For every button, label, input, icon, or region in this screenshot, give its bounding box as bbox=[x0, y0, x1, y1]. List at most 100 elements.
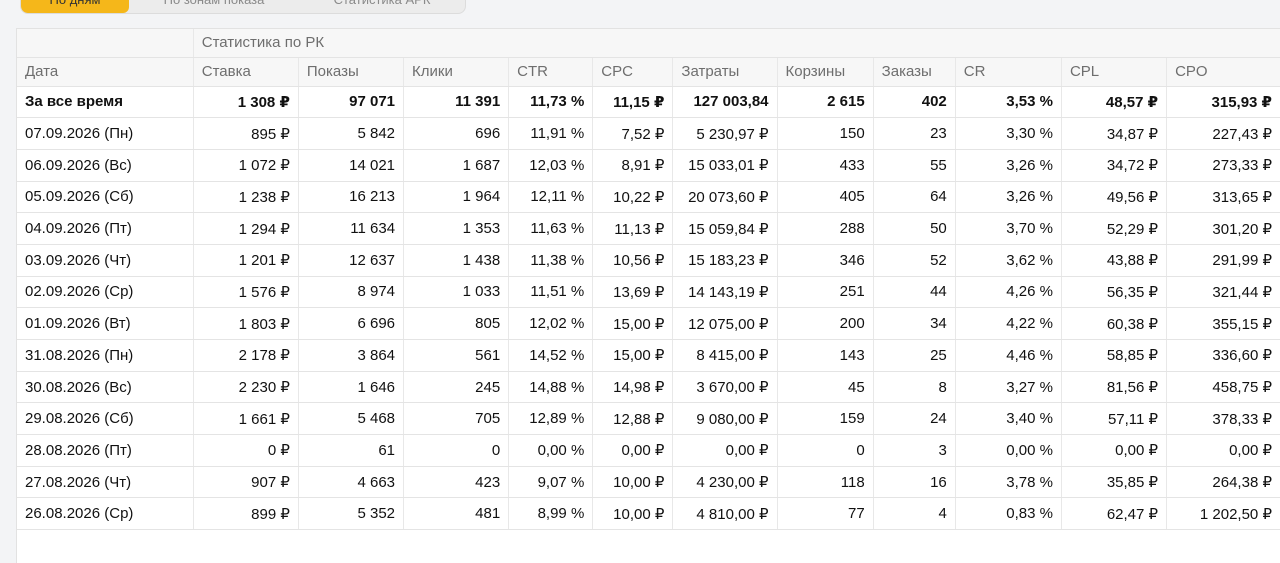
table-cell: 0,83 % bbox=[955, 497, 1062, 531]
table-cell: 49,56 ₽ bbox=[1061, 181, 1168, 214]
view-tabs: По дням По зонам показа Статистика АРК bbox=[20, 0, 466, 14]
table-row: 28.08.2026 (Пт) 0 ₽61 0 0,00 % 0,00 ₽0,00 ₽0… bbox=[17, 434, 1280, 467]
table-row: 02.09.2026 (Ср) 1 576 ₽8 974 1 033 11,51 % 1… bbox=[17, 276, 1280, 309]
table-cell: 2 230 ₽ bbox=[193, 371, 299, 404]
table-cell: 1 202,50 ₽ bbox=[1166, 497, 1280, 531]
table-cell: 5 842 bbox=[298, 117, 405, 150]
date-cell: За все время bbox=[17, 86, 194, 119]
table-cell: 4 810,00 ₽ bbox=[672, 497, 778, 531]
table-cell: 11,73 % bbox=[508, 86, 594, 119]
date-cell: 03.09.2026 (Чт) bbox=[17, 244, 194, 277]
stats-card: Статистика по РК Дата Ставка Показы Клики CT… bbox=[16, 28, 1280, 563]
table-cell: 11 391 bbox=[403, 86, 510, 119]
table-cell: 12 075,00 ₽ bbox=[672, 307, 778, 340]
table-cell: 50 bbox=[873, 212, 956, 245]
table-cell: 696 bbox=[403, 117, 510, 150]
column-header[interactable]: CPC bbox=[592, 57, 674, 87]
table-row: 07.09.2026 (Пн) 895 ₽5 842 696 11,91 % 7,52 … bbox=[17, 117, 1280, 150]
table-cell: 23 bbox=[873, 117, 956, 150]
table-cell: 3 864 bbox=[298, 339, 405, 372]
table-cell: 0,00 ₽ bbox=[1061, 434, 1168, 467]
table-cell: 55 bbox=[873, 149, 956, 182]
date-cell: 05.09.2026 (Сб) bbox=[17, 181, 194, 214]
table-cell: 12,88 ₽ bbox=[592, 402, 674, 436]
table-cell: 61 bbox=[298, 434, 405, 467]
table-cell: 1 238 ₽ bbox=[193, 181, 299, 214]
table-cell: 315,93 ₽ bbox=[1166, 86, 1280, 119]
column-header[interactable]: Корзины bbox=[777, 57, 874, 87]
table-cell: 34 bbox=[873, 307, 956, 340]
table-cell: 433 bbox=[777, 149, 874, 182]
table-cell: 143 bbox=[777, 339, 874, 372]
table-cell: 321,44 ₽ bbox=[1166, 276, 1280, 309]
column-header[interactable]: CPO bbox=[1166, 57, 1280, 87]
tab-by-placement[interactable]: По зонам показа bbox=[129, 0, 299, 13]
table-cell: 11 634 bbox=[298, 212, 405, 245]
table-cell: 907 ₽ bbox=[193, 466, 299, 499]
table-cell: 3,53 % bbox=[955, 86, 1062, 119]
table-cell: 44 bbox=[873, 276, 956, 309]
table-cell: 14,98 ₽ bbox=[592, 371, 674, 404]
table-cell: 6 696 bbox=[298, 307, 405, 340]
date-cell: 29.08.2026 (Сб) bbox=[17, 402, 194, 436]
table-cell: 48,57 ₽ bbox=[1061, 86, 1168, 119]
table-cell: 291,99 ₽ bbox=[1166, 244, 1280, 277]
date-cell: 02.09.2026 (Ср) bbox=[17, 276, 194, 309]
date-cell: 06.09.2026 (Вс) bbox=[17, 149, 194, 182]
table-cell: 423 bbox=[403, 466, 510, 499]
table-cell: 8 415,00 ₽ bbox=[672, 339, 778, 372]
column-header[interactable]: Заказы bbox=[873, 57, 956, 87]
table-cell: 264,38 ₽ bbox=[1166, 466, 1280, 499]
table-cell: 200 bbox=[777, 307, 874, 340]
column-header[interactable]: Ставка bbox=[193, 57, 299, 87]
table-cell: 405 bbox=[777, 181, 874, 214]
group-header-campaign-stats: Статистика по РК bbox=[193, 29, 1280, 58]
date-cell: 01.09.2026 (Вт) bbox=[17, 307, 194, 340]
table-cell: 288 bbox=[777, 212, 874, 245]
table-cell: 159 bbox=[777, 402, 874, 436]
table-row: 06.09.2026 (Вс) 1 072 ₽14 021 1 687 12,03 %… bbox=[17, 149, 1280, 182]
table-cell: 25 bbox=[873, 339, 956, 372]
table-cell: 11,38 % bbox=[508, 244, 594, 277]
table-cell: 10,22 ₽ bbox=[592, 181, 674, 214]
column-header[interactable]: Дата bbox=[17, 57, 194, 87]
table-cell: 12,02 % bbox=[508, 307, 594, 340]
stats-table: Статистика по РК Дата Ставка Показы Клики CT… bbox=[17, 29, 1280, 531]
table-cell: 0,00 % bbox=[508, 434, 594, 467]
table-cell: 10,00 ₽ bbox=[592, 497, 674, 531]
table-cell: 8 bbox=[873, 371, 956, 404]
table-cell: 8 974 bbox=[298, 276, 405, 309]
table-cell: 336,60 ₽ bbox=[1166, 339, 1280, 372]
table-cell: 3,30 % bbox=[955, 117, 1062, 150]
table-cell: 1 964 bbox=[403, 181, 510, 214]
column-header[interactable]: Клики bbox=[403, 57, 510, 87]
table-cell: 15,00 ₽ bbox=[592, 307, 674, 340]
column-header[interactable]: Показы bbox=[298, 57, 405, 87]
table-cell: 705 bbox=[403, 402, 510, 436]
table-cell: 227,43 ₽ bbox=[1166, 117, 1280, 150]
table-cell: 15,00 ₽ bbox=[592, 339, 674, 372]
table-cell: 58,85 ₽ bbox=[1061, 339, 1168, 372]
table-cell: 899 ₽ bbox=[193, 497, 299, 531]
table-cell: 60,38 ₽ bbox=[1061, 307, 1168, 340]
table-cell: 15 033,01 ₽ bbox=[672, 149, 778, 182]
column-header[interactable]: Затраты bbox=[672, 57, 778, 87]
date-cell: 27.08.2026 (Чт) bbox=[17, 466, 194, 499]
date-cell: 07.09.2026 (Пн) bbox=[17, 117, 194, 150]
table-cell: 481 bbox=[403, 497, 510, 531]
tab-by-days[interactable]: По дням bbox=[21, 0, 129, 13]
tab-auto-stats[interactable]: Статистика АРК bbox=[299, 0, 465, 13]
total-row: За все время 1 308 ₽97 071 11 391 11,73 % 11… bbox=[17, 86, 1280, 119]
column-header[interactable]: CTR bbox=[508, 57, 594, 87]
column-header[interactable]: CPL bbox=[1061, 57, 1168, 87]
table-cell: 4,46 % bbox=[955, 339, 1062, 372]
table-cell: 0,00 ₽ bbox=[1166, 434, 1280, 467]
column-header[interactable]: CR bbox=[955, 57, 1062, 87]
table-cell: 4 663 bbox=[298, 466, 405, 499]
table-cell: 14 021 bbox=[298, 149, 405, 182]
table-cell: 13,69 ₽ bbox=[592, 276, 674, 309]
table-cell: 1 661 ₽ bbox=[193, 402, 299, 436]
table-cell: 1 201 ₽ bbox=[193, 244, 299, 277]
table-cell: 3,26 % bbox=[955, 181, 1062, 214]
table-cell: 1 033 bbox=[403, 276, 510, 309]
